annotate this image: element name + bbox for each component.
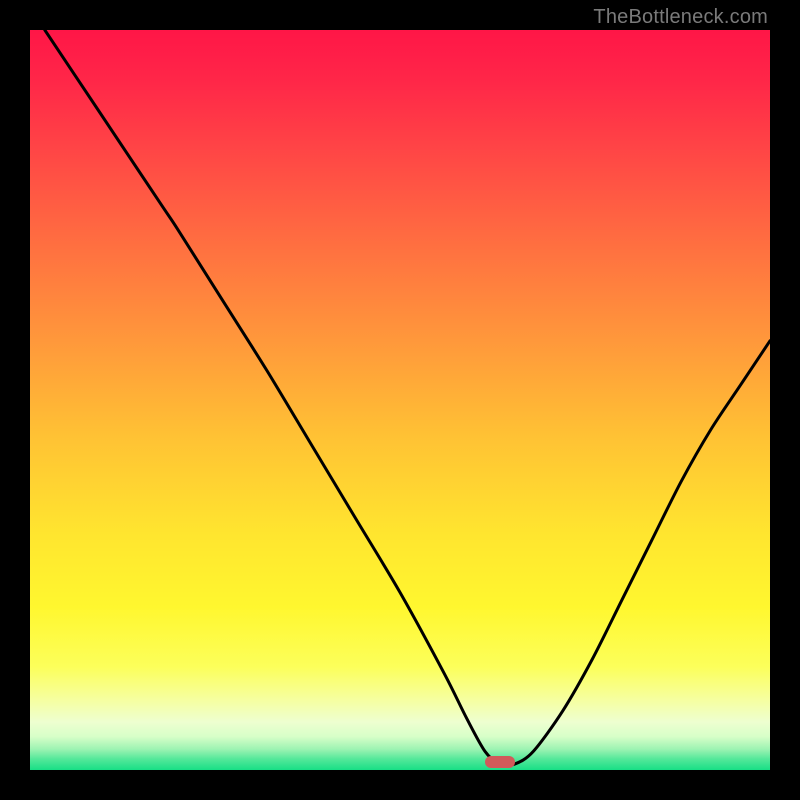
optimal-marker (485, 756, 515, 768)
bottleneck-curve (30, 30, 770, 770)
plot-area (30, 30, 770, 770)
chart-frame: TheBottleneck.com (0, 0, 800, 800)
watermark-text: TheBottleneck.com (593, 6, 768, 29)
